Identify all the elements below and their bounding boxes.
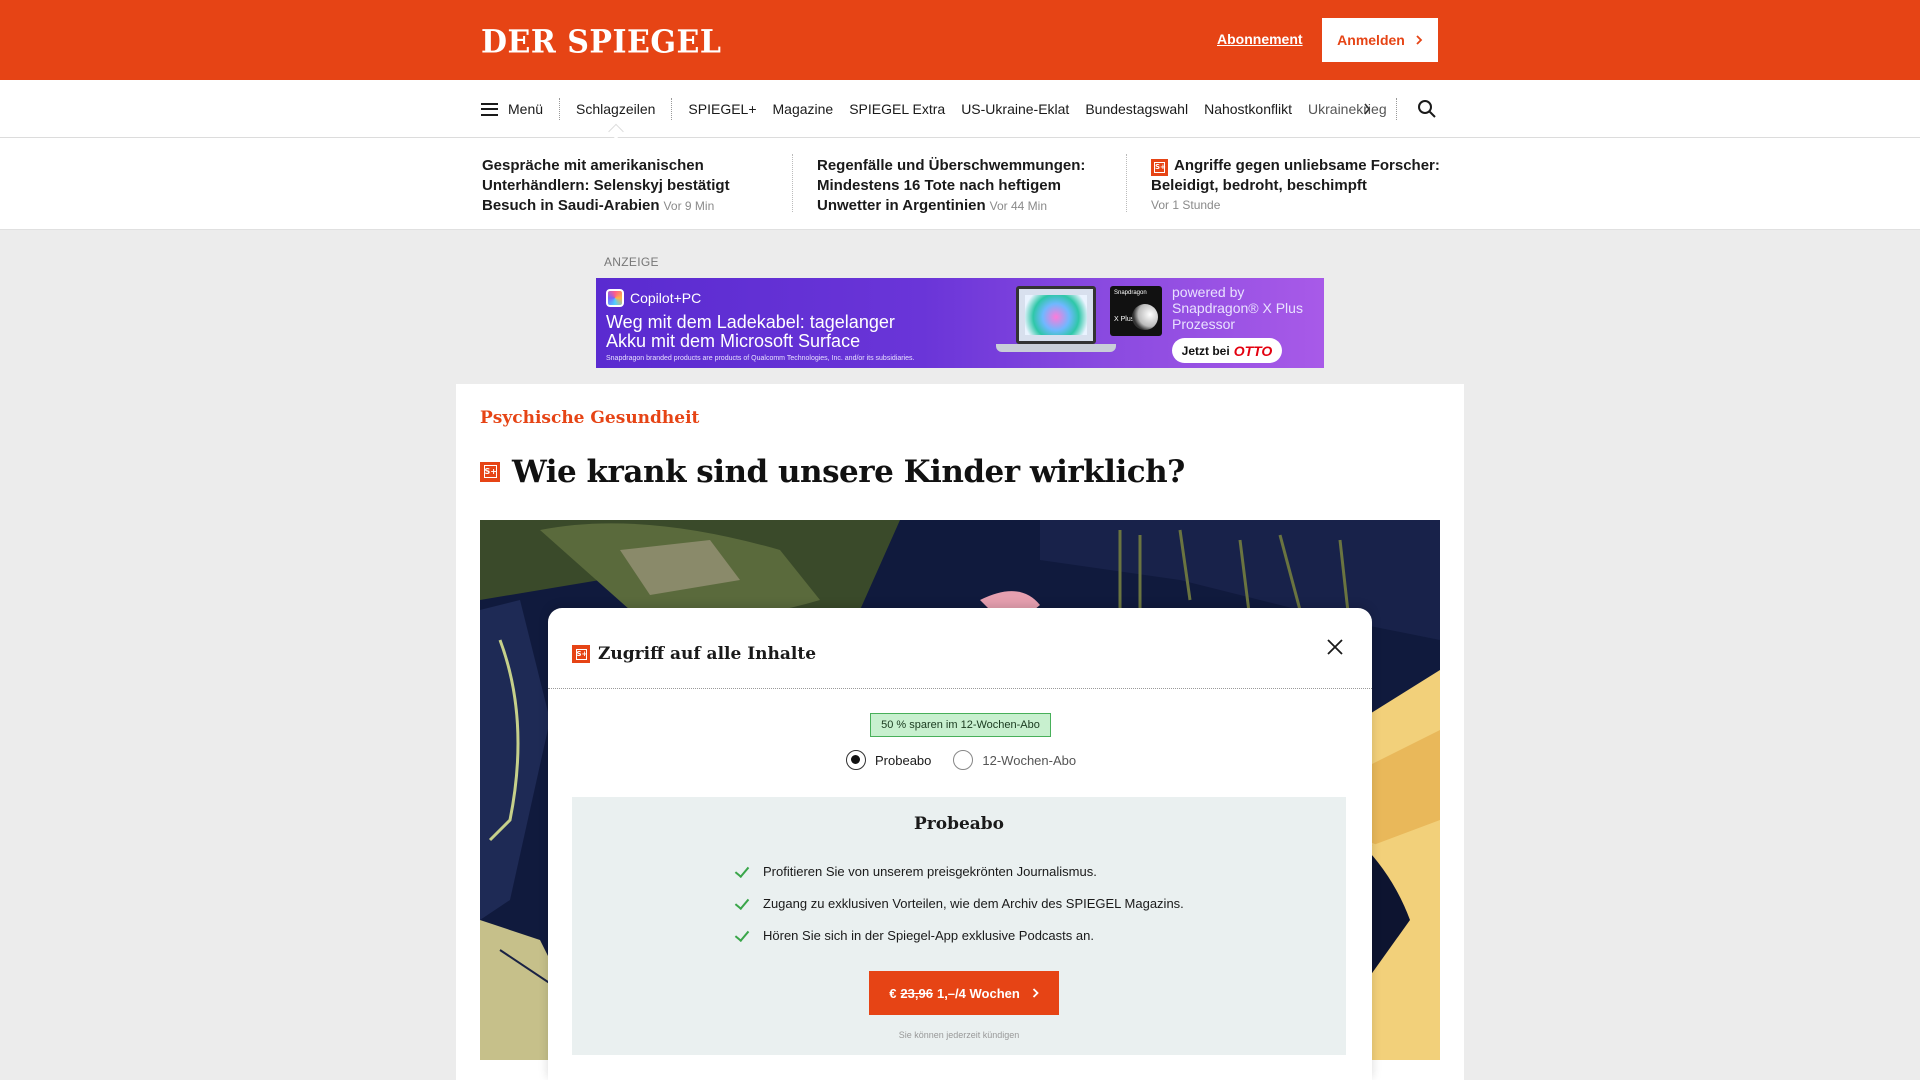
headline-item[interactable]: Regenfälle und Überschwemmungen: Mindest… bbox=[817, 156, 1117, 216]
spiegel-plus-icon: S+ bbox=[480, 462, 500, 482]
nav-item-ukrainekrieg[interactable]: Ukrainekrieg bbox=[1308, 101, 1387, 117]
subscribe-button[interactable]: € 23,96 1,–/4 Wochen bbox=[869, 971, 1059, 1015]
nav-divider bbox=[1396, 98, 1397, 120]
checkmark-icon bbox=[735, 864, 749, 878]
plan-option-label: 12-Wochen-Abo bbox=[982, 752, 1077, 768]
chevron-right-icon bbox=[1032, 988, 1039, 998]
snapdragon-chip-image: Snapdragon X Plus bbox=[1110, 286, 1162, 336]
copilot-logo-icon bbox=[606, 289, 624, 307]
subscription-link[interactable]: Abonnement bbox=[1217, 31, 1303, 47]
plan-option-label: Probeabo bbox=[875, 752, 932, 768]
hamburger-icon bbox=[481, 102, 498, 116]
nav-item-us-ukraine-eklat[interactable]: US-Ukraine-Eklat bbox=[961, 101, 1069, 117]
checkmark-icon bbox=[735, 896, 749, 910]
benefit-text: Hören Sie sich in der Spiegel-App exklus… bbox=[763, 927, 1094, 943]
headline-divider bbox=[792, 154, 793, 212]
nav-item-schlagzeilen[interactable]: Schlagzeilen bbox=[576, 101, 655, 117]
spiegel-plus-icon: S+ bbox=[1151, 159, 1168, 176]
snapdragon-logo-icon bbox=[1132, 304, 1158, 330]
menu-label: Menü bbox=[508, 101, 544, 117]
plan-selector: Probeabo 12-Wochen-Abo bbox=[846, 750, 1076, 770]
plan-option-12-wochen-abo[interactable]: 12-Wochen-Abo bbox=[953, 750, 1076, 770]
site-header: DER SPIEGEL Abonnement Anmelden bbox=[0, 0, 1920, 80]
ad-powered-line: Snapdragon® X Plus bbox=[1172, 300, 1303, 316]
offer-title: Probeabo bbox=[913, 814, 1005, 834]
benefit-text: Profitieren Sie von unserem preisgekrönt… bbox=[763, 863, 1097, 879]
cta-old-price: 23,96 bbox=[900, 985, 933, 1001]
subscription-modal: S+ Zugriff auf alle Inhalte 50 % sparen … bbox=[548, 608, 1372, 1080]
benefit-list: Profitieren Sie von unserem preisgekrönt… bbox=[735, 855, 1184, 951]
nav-divider bbox=[671, 98, 673, 120]
laptop-image bbox=[1016, 286, 1096, 344]
benefit-text: Zugang zu exklusiven Vorteilen, wie dem … bbox=[763, 895, 1184, 911]
article-title-row: S+ Wie krank sind unsere Kinder wirklich… bbox=[480, 454, 1185, 490]
radio-selected-icon bbox=[846, 750, 866, 770]
ad-powered-line: powered by bbox=[1172, 284, 1245, 300]
modal-title-text: Zugriff auf alle Inhalte bbox=[598, 644, 817, 664]
spiegel-plus-icon: S+ bbox=[572, 645, 590, 663]
nav-item-spiegel-plus[interactable]: SPIEGEL+ bbox=[688, 101, 756, 117]
headline-item[interactable]: Gespräche mit amerikanischen Unterhändle… bbox=[482, 156, 782, 216]
cta-currency: € bbox=[889, 985, 897, 1001]
savings-badge: 50 % sparen im 12-Wochen-Abo bbox=[870, 713, 1051, 737]
login-button[interactable]: Anmelden bbox=[1322, 18, 1438, 62]
spiegel-logo[interactable]: DER SPIEGEL bbox=[481, 24, 721, 61]
radio-unselected-icon bbox=[953, 750, 974, 770]
headline-time: Vor 9 Min bbox=[663, 199, 715, 213]
nav-divider bbox=[559, 98, 561, 120]
nav-item-spiegel-extra[interactable]: SPIEGEL Extra bbox=[849, 101, 945, 117]
headline-title: Angriffe gegen unliebsame Forscher: Bele… bbox=[1151, 157, 1440, 194]
ad-cta-label: Jetzt bei bbox=[1181, 343, 1230, 358]
close-icon[interactable] bbox=[1324, 636, 1346, 658]
nav-item-nahostkonflikt[interactable]: Nahostkonflikt bbox=[1204, 101, 1292, 117]
ad-powered-by: powered by Snapdragon® X Plus Prozessor bbox=[1172, 284, 1303, 332]
plan-option-probeabo[interactable]: Probeabo bbox=[846, 750, 931, 770]
article-title: Wie krank sind unsere Kinder wirklich? bbox=[512, 454, 1185, 490]
benefit-item: Zugang zu exklusiven Vorteilen, wie dem … bbox=[735, 887, 1184, 919]
ad-headline: Weg mit dem Ladekabel: tagelanger Akku m… bbox=[606, 313, 895, 351]
advertisement-banner[interactable]: Copilot+PC Weg mit dem Ladekabel: tagela… bbox=[596, 278, 1324, 368]
headline-time: Vor 1 Stunde bbox=[1151, 198, 1221, 212]
cancel-note: Sie können jederzeit kündigen bbox=[898, 1030, 1020, 1040]
modal-header: S+ Zugriff auf alle Inhalte bbox=[548, 608, 1372, 689]
headline-item[interactable]: S+ Angriffe gegen unliebsame Forscher: Be… bbox=[1151, 156, 1451, 214]
checkmark-icon bbox=[735, 928, 749, 942]
ad-brand-label: Copilot+PC bbox=[630, 290, 702, 306]
ad-headline-line: Weg mit dem Ladekabel: tagelanger bbox=[606, 312, 895, 332]
nav-items: Menü Schlagzeilen SPIEGEL+ Magazine SPIE… bbox=[481, 80, 1403, 138]
ad-brand: Copilot+PC bbox=[606, 289, 701, 307]
ad-headline-line: Akku mit dem Microsoft Surface bbox=[606, 331, 861, 351]
search-icon[interactable] bbox=[1416, 98, 1438, 120]
headline-ticker: Gespräche mit amerikanischen Unterhändle… bbox=[0, 138, 1920, 230]
chip-brand: Snapdragon bbox=[1114, 290, 1147, 296]
benefit-item: Hören Sie sich in der Spiegel-App exklus… bbox=[735, 919, 1184, 951]
login-button-label: Anmelden bbox=[1337, 32, 1405, 48]
benefit-item: Profitieren Sie von unserem preisgekrönt… bbox=[735, 855, 1184, 887]
chevron-right-icon[interactable] bbox=[1362, 96, 1372, 122]
modal-title: S+ Zugriff auf alle Inhalte bbox=[572, 644, 816, 664]
headline-time: Vor 44 Min bbox=[989, 199, 1047, 213]
ad-fine-print: Snapdragon branded products are products… bbox=[606, 355, 915, 362]
headline-divider bbox=[1126, 154, 1127, 212]
offer-panel: Probeabo Profitieren Sie von unserem pre… bbox=[572, 797, 1346, 1055]
ad-label: ANZEIGE bbox=[604, 255, 659, 269]
article-kicker[interactable]: Psychische Gesundheit bbox=[480, 408, 699, 428]
laptop-base bbox=[996, 344, 1116, 352]
otto-logo: OTTO bbox=[1233, 342, 1273, 359]
nav-item-bundestagswahl[interactable]: Bundestagswahl bbox=[1085, 101, 1188, 117]
nav-item-magazine[interactable]: Magazine bbox=[773, 101, 834, 117]
chevron-right-icon bbox=[1416, 35, 1423, 45]
ad-powered-line: Prozessor bbox=[1172, 316, 1236, 332]
menu-button[interactable]: Menü bbox=[481, 101, 543, 117]
main-navigation: Menü Schlagzeilen SPIEGEL+ Magazine SPIE… bbox=[0, 80, 1920, 138]
cta-new-price: 1,–/4 Wochen bbox=[936, 985, 1020, 1001]
ad-cta-button[interactable]: Jetzt bei OTTO bbox=[1172, 338, 1282, 363]
